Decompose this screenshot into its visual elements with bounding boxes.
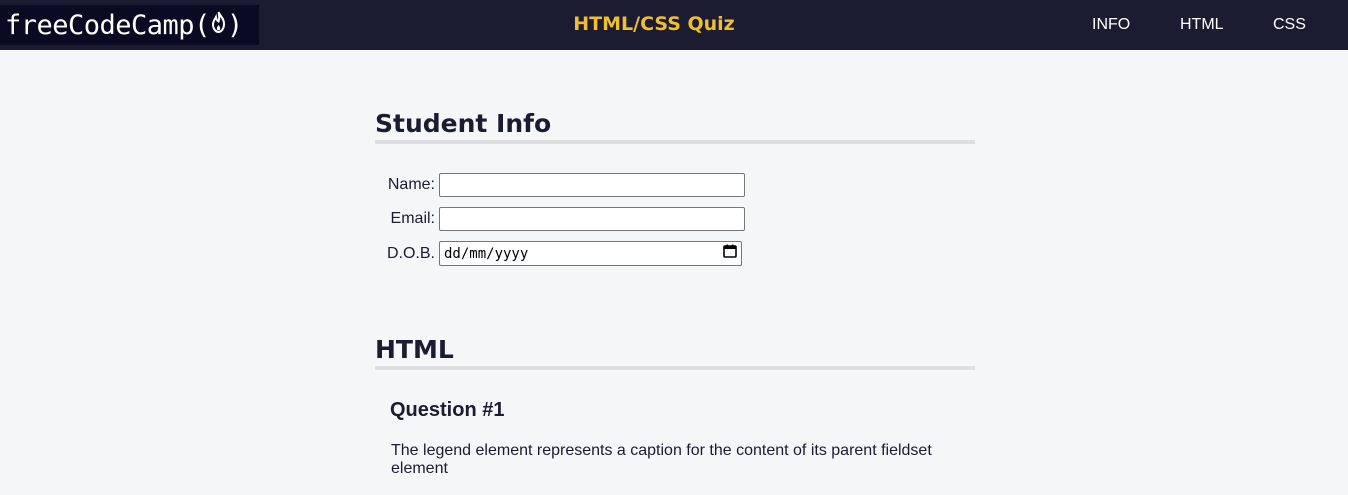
page-title: HTML/CSS Quiz [573, 13, 735, 35]
flame-icon [210, 10, 227, 34]
email-input[interactable] [439, 207, 745, 231]
name-label: Name: [387, 176, 435, 193]
logo-text: freeCodeCamp() [5, 9, 243, 41]
dob-label: D.O.B. [386, 244, 435, 262]
question-heading: Question #1 [390, 399, 505, 421]
question-text: The legend element represents a caption … [391, 442, 932, 477]
email-row: Email: [371, 207, 745, 231]
dob-row: D.O.B. dd/mm/yyyy [371, 241, 742, 266]
email-label: Email: [390, 210, 435, 227]
freecodecamp-logo[interactable]: freeCodeCamp() [0, 5, 259, 45]
dob-placeholder: dd/mm/yyyy [444, 245, 529, 262]
name-row: Name: [371, 173, 745, 197]
nav-link-css[interactable]: CSS [1273, 16, 1306, 34]
calendar-icon[interactable] [723, 244, 737, 263]
top-navbar: freeCodeCamp() HTML/CSS Quiz INFO HTML C… [0, 0, 1348, 50]
nav-link-info[interactable]: INFO [1092, 16, 1130, 34]
dob-date-input[interactable]: dd/mm/yyyy [439, 241, 742, 266]
section-title-html: HTML [375, 334, 975, 370]
name-input[interactable] [439, 173, 745, 197]
nav-link-html[interactable]: HTML [1180, 16, 1224, 34]
section-title-student-info: Student Info [375, 108, 975, 144]
